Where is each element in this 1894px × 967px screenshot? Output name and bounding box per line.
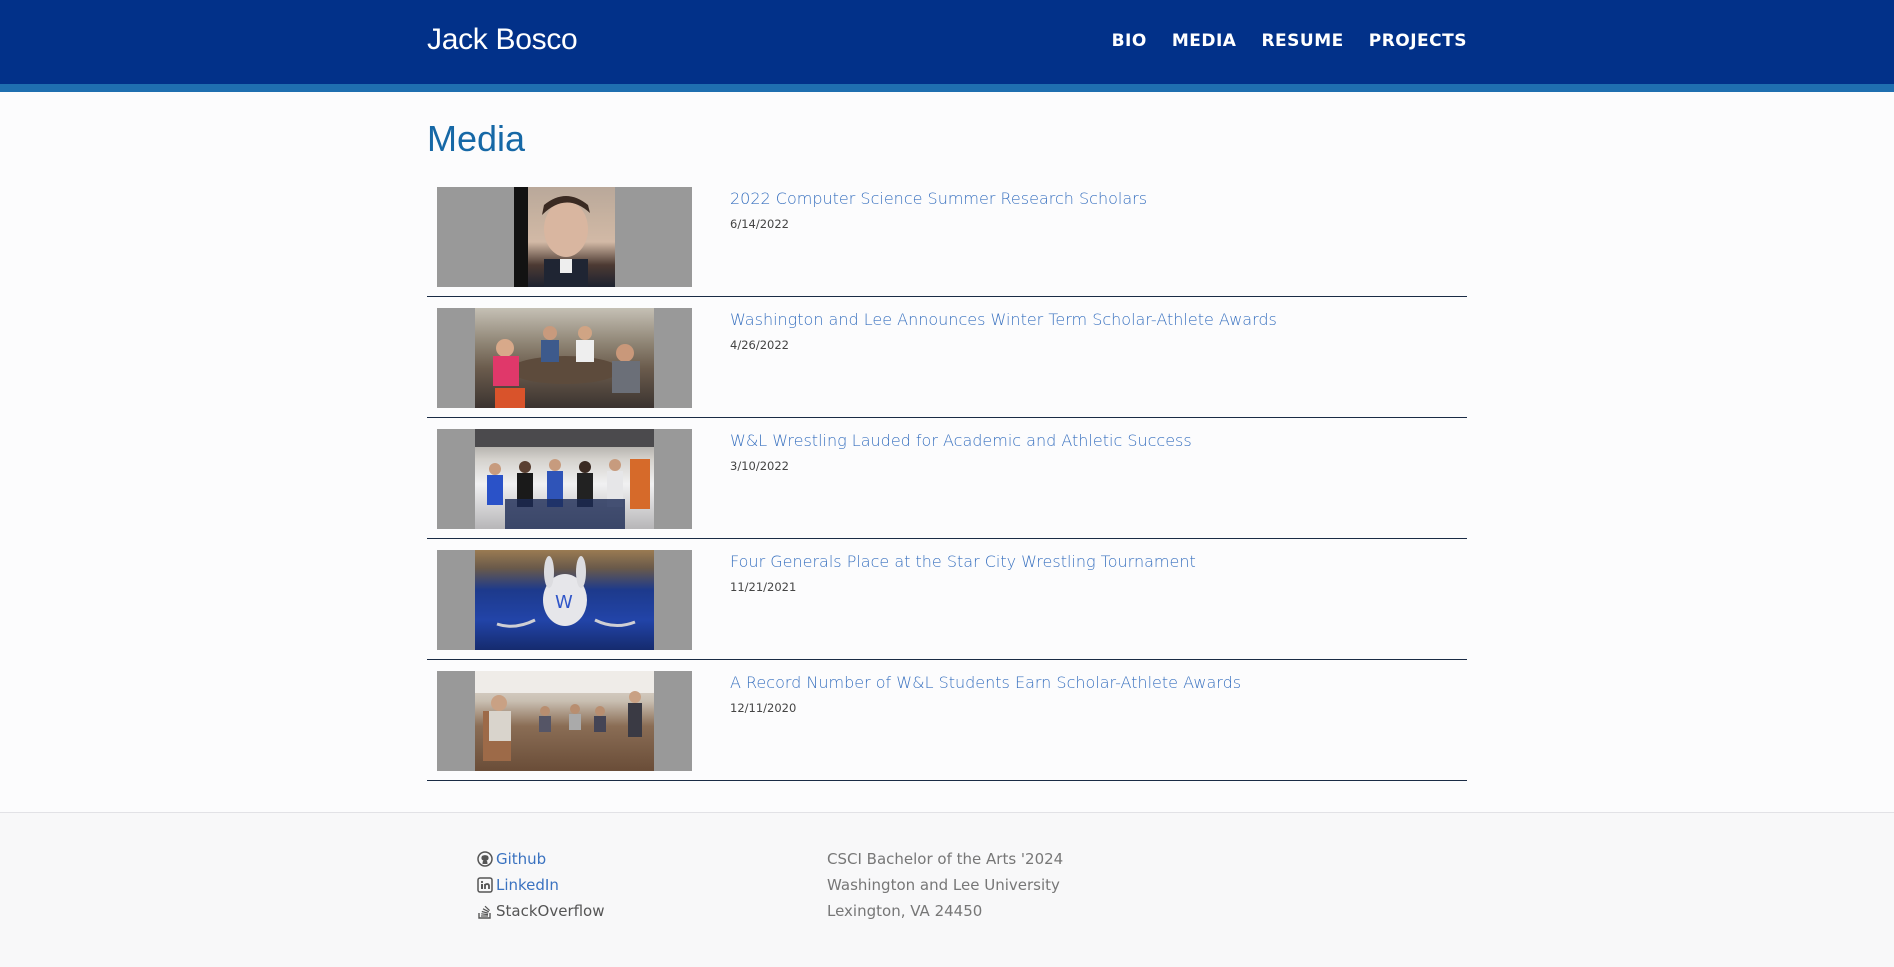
media-date: 12/11/2020 <box>730 701 797 715</box>
media-title-link[interactable]: Four Generals Place at the Star City Wre… <box>730 552 1196 571</box>
media-title-link[interactable]: A Record Number of W&L Students Earn Sch… <box>730 673 1241 692</box>
github-icon <box>477 851 493 867</box>
nav-resume[interactable]: RESUME <box>1261 31 1343 51</box>
wrestling-team-photo <box>475 429 654 529</box>
media-date: 3/10/2022 <box>730 459 789 473</box>
svg-text:W: W <box>555 592 573 613</box>
site-footer: Github LinkedIn StackOverflow CSCI Bache… <box>0 812 1894 967</box>
linkedin-row: LinkedIn <box>477 872 605 898</box>
linkedin-icon <box>477 877 493 893</box>
media-item: W Four Generals Place at the Star City W… <box>427 540 1467 660</box>
main-nav: BIO MEDIA RESUME PROJECTS <box>1112 31 1467 51</box>
stackoverflow-link[interactable]: StackOverflow <box>496 902 605 920</box>
degree-line: CSCI Bachelor of the Arts '2024 <box>827 850 1064 868</box>
media-item: W&L Wrestling Lauded for Academic and At… <box>427 419 1467 539</box>
linkedin-link[interactable]: LinkedIn <box>496 876 559 894</box>
github-link[interactable]: Github <box>496 850 546 868</box>
media-title-link[interactable]: Washington and Lee Announces Winter Term… <box>730 310 1277 329</box>
portrait-photo <box>514 187 615 287</box>
headgear-photo: W <box>475 550 654 650</box>
nav-media[interactable]: MEDIA <box>1172 31 1237 51</box>
media-thumbnail[interactable] <box>437 429 692 529</box>
media-title-link[interactable]: W&L Wrestling Lauded for Academic and At… <box>730 431 1192 450</box>
lecture-room-photo <box>475 671 654 771</box>
media-date: 4/26/2022 <box>730 338 789 352</box>
media-item: Washington and Lee Announces Winter Term… <box>427 298 1467 418</box>
media-list: 2022 Computer Science Summer Research Sc… <box>427 177 1467 782</box>
media-thumbnail[interactable]: W <box>437 550 692 650</box>
media-date: 6/14/2022 <box>730 217 789 231</box>
address-block: CSCI Bachelor of the Arts '2024 Washingt… <box>827 846 1063 924</box>
media-thumbnail[interactable] <box>437 308 692 408</box>
nav-bio[interactable]: BIO <box>1112 31 1147 51</box>
students-table-photo <box>475 308 654 408</box>
stackoverflow-icon <box>478 905 491 919</box>
location-line: Lexington, VA 24450 <box>827 902 983 920</box>
media-date: 11/21/2021 <box>730 580 797 594</box>
site-brand[interactable]: Jack Bosco <box>427 23 578 57</box>
site-header: Jack Bosco BIO MEDIA RESUME PROJECTS <box>0 0 1894 84</box>
nav-projects[interactable]: PROJECTS <box>1369 31 1467 51</box>
media-title-link[interactable]: 2022 Computer Science Summer Research Sc… <box>730 189 1147 208</box>
social-links: Github LinkedIn StackOverflow <box>477 846 605 924</box>
media-item: 2022 Computer Science Summer Research Sc… <box>427 177 1467 297</box>
page-title: Media <box>427 118 526 159</box>
header-stripe <box>0 84 1894 92</box>
stackoverflow-row: StackOverflow <box>477 898 605 924</box>
media-thumbnail[interactable] <box>437 671 692 771</box>
university-line: Washington and Lee University <box>827 876 1060 894</box>
media-thumbnail[interactable] <box>437 187 692 287</box>
media-item: A Record Number of W&L Students Earn Sch… <box>427 661 1467 781</box>
github-row: Github <box>477 846 605 872</box>
